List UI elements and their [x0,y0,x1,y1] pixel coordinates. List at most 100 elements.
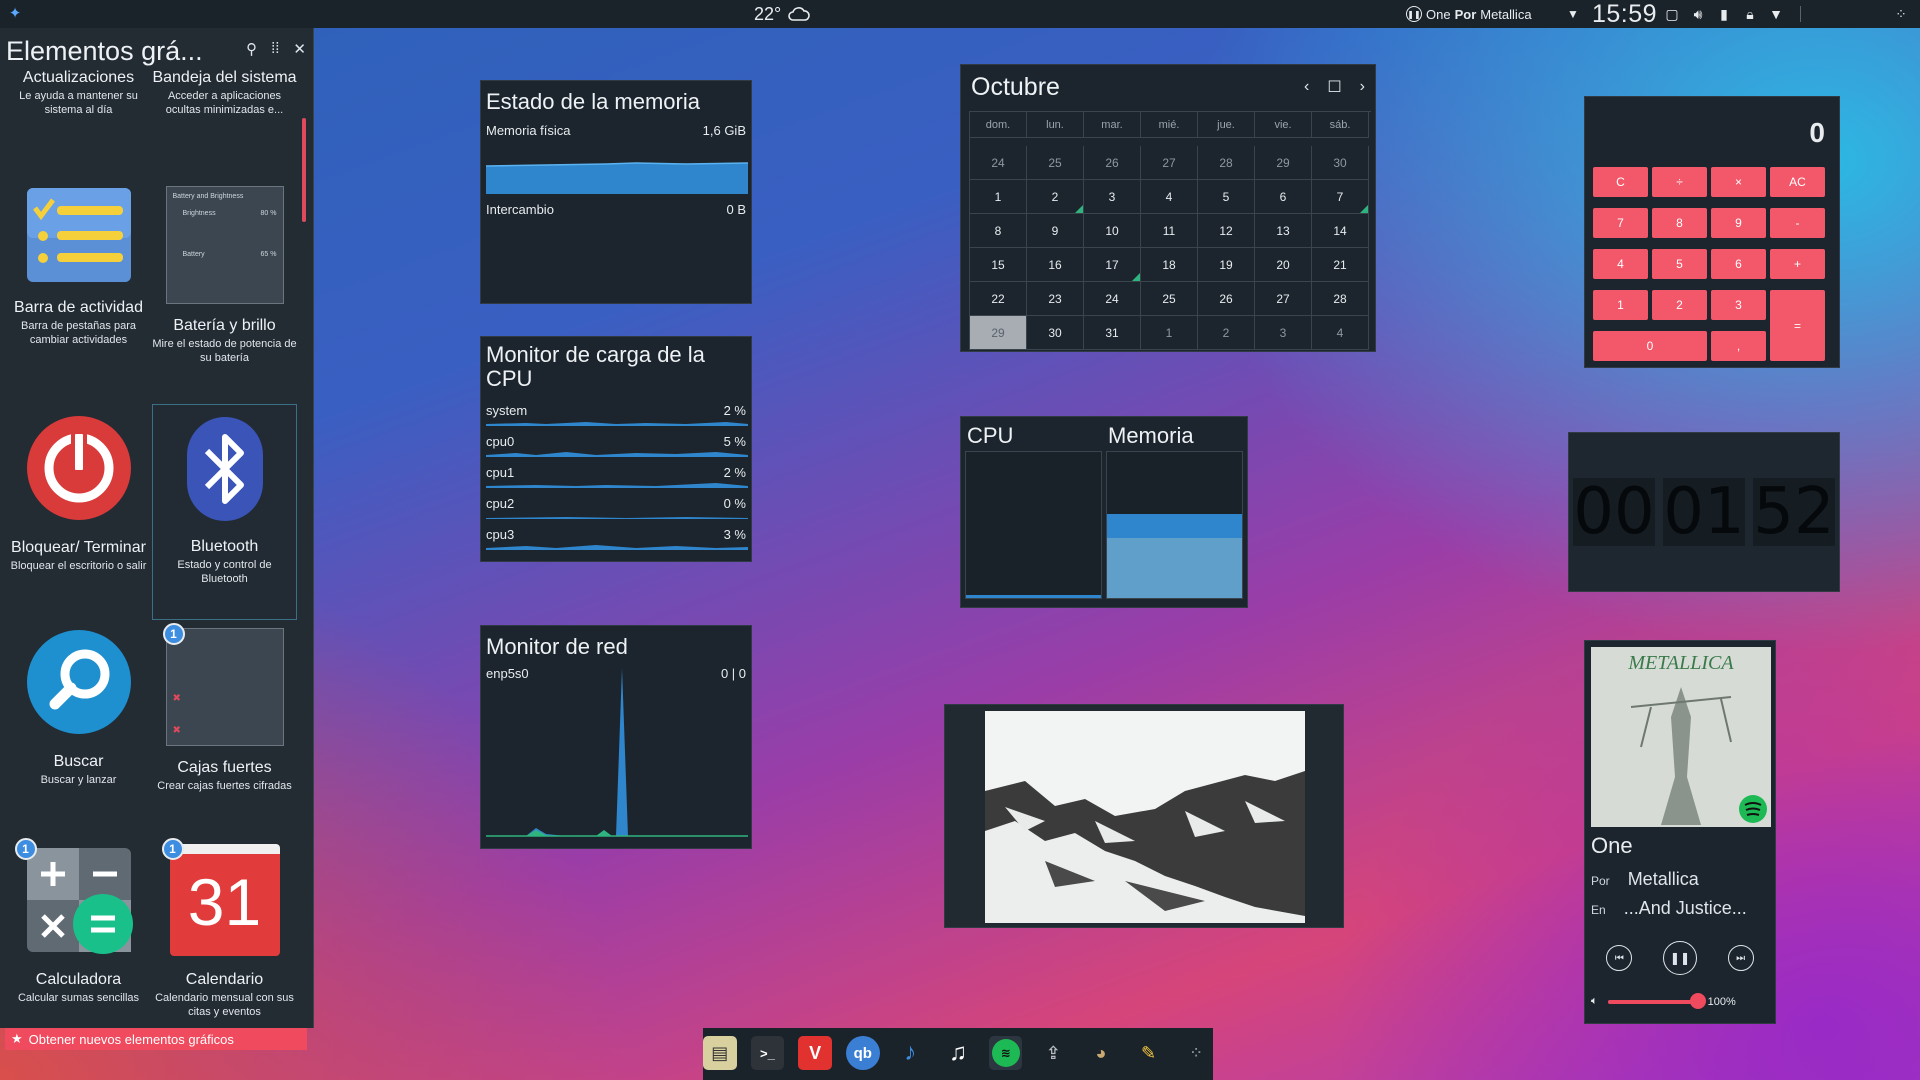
calc-key[interactable]: 2 [1652,290,1707,320]
calendar-day[interactable]: 22 [970,282,1027,316]
widget-item-bluetooth[interactable]: Bluetooth Estado y control de Bluetooth [152,404,297,620]
calc-key[interactable]: 5 [1652,249,1707,279]
calendar-day[interactable]: 2 [1198,316,1255,350]
vivaldi-icon[interactable]: V [798,1036,832,1070]
calc-key[interactable]: = [1770,290,1825,361]
volume-icon[interactable]: 🔊︎ [1690,6,1706,23]
calendar-day[interactable]: 16 [1027,248,1084,282]
calendar-day[interactable]: 9 [1027,214,1084,248]
panel-options-icon[interactable]: ⁘ [1179,1036,1213,1070]
picture-frame-widget[interactable] [944,704,1344,928]
network-monitor-widget[interactable]: Monitor de red enp5s0 0 | 0 [480,625,752,849]
widget-item-battery-brightness[interactable]: Battery and Brightness Brightness 80 % B… [152,186,297,365]
color-picker-icon[interactable]: ✎ [1132,1036,1166,1070]
calc-key[interactable]: 3 [1711,290,1766,320]
calendar-day[interactable]: 7 [1312,180,1369,214]
calendar-day[interactable]: 30 [1312,146,1369,180]
calc-key[interactable]: 8 [1652,208,1707,238]
close-icon[interactable]: ✕ [293,40,306,58]
calendar-day[interactable]: 4 [1141,180,1198,214]
tray-expand-icon[interactable]: ▼ [1768,6,1784,22]
music-player-icon[interactable]: ♫ [941,1036,975,1070]
calendar-day[interactable]: 3 [1255,316,1312,350]
battery-icon[interactable]: ▮ [1716,6,1732,23]
calendar-day[interactable]: 26 [1084,146,1141,180]
media-player-widget[interactable]: METALLICA One Por Metallica En ...And Ju… [1584,640,1776,1024]
calendar-day[interactable]: 8 [970,214,1027,248]
pause-icon[interactable]: ❚❚ [1406,6,1422,22]
music-note-icon[interactable]: ♪ [894,1036,928,1070]
search-icon[interactable]: ⚲ [246,40,257,58]
pause-icon[interactable]: ❚❚ [1662,941,1697,975]
calc-key[interactable]: - [1770,208,1825,238]
calendar-day[interactable]: 25 [1141,282,1198,316]
calc-key[interactable]: ÷ [1652,167,1707,197]
calc-key[interactable]: 7 [1593,208,1648,238]
chevron-left-icon[interactable]: ‹ [1304,78,1309,96]
app-launcher-icon[interactable]: ✦ [4,3,26,25]
calendar-day[interactable]: 17 [1084,248,1141,282]
widget-item-calendar[interactable]: 1 31 Calendario Calendario mensual con s… [152,838,297,1019]
calendar-day[interactable]: 1 [1141,316,1198,350]
calendar-day[interactable]: 4 [1312,316,1369,350]
calendar-day[interactable]: 10 [1084,214,1141,248]
spotify-icon[interactable]: ≋ [988,1036,1023,1070]
calc-key[interactable]: 9 [1711,208,1766,238]
chevron-down-icon[interactable]: ▼ [1567,0,1579,28]
calculator-widget[interactable]: 0 C ÷ × AC 7 8 9- 4 5 6 +1 2 3 = 0, [1584,96,1840,368]
widget-item-updates[interactable]: Actualizaciones Le ayuda a mantener su s… [6,68,151,117]
gimp-icon[interactable]: ◕ [1084,1036,1118,1070]
calc-key[interactable]: 6 [1711,249,1766,279]
calendar-day[interactable]: 26 [1198,282,1255,316]
volume-icon[interactable]: 🔈︎ [1591,995,1598,1008]
weather-widget[interactable]: 22° [754,0,811,28]
calendar-day[interactable]: 19 [1198,248,1255,282]
calendar-widget[interactable]: Octubre ‹ ☐ › dom. lun. mar. mié. jue. vie. sá… [960,64,1376,352]
calendar-day[interactable]: 5 [1198,180,1255,214]
grid-icon[interactable]: ⁞⁞ [271,40,279,58]
calendar-day[interactable]: 18 [1141,248,1198,282]
cpu-load-widget[interactable]: Monitor de carga de la CPU system 2 % cp… [480,336,752,562]
upload-icon[interactable]: ⇪ [1036,1036,1070,1070]
calc-key[interactable]: 4 [1593,249,1648,279]
calendar-day[interactable]: 1 [970,180,1027,214]
calc-key[interactable]: AC [1770,167,1825,197]
calendar-day[interactable]: 13 [1255,214,1312,248]
calendar-day[interactable]: 25 [1027,146,1084,180]
calc-key[interactable]: 0 [1593,331,1707,361]
widget-item-system-tray[interactable]: Bandeja del sistema Acceder a aplicacion… [152,68,297,117]
calendar-day[interactable]: 30 [1027,316,1084,350]
calc-key[interactable]: , [1711,331,1766,361]
calendar-day[interactable]: 27 [1141,146,1198,180]
volume-handle[interactable] [1689,992,1706,1009]
calendar-day[interactable]: 6 [1255,180,1312,214]
digital-clock[interactable]: 15:59 [1592,0,1657,28]
qbittorrent-icon[interactable]: qb [845,1036,880,1070]
widget-item-vaults[interactable]: 1 ✖ ✖ Cajas fuertes Crear cajas fuertes … [152,623,297,793]
calendar-day[interactable]: 29 [1255,146,1312,180]
calendar-day[interactable]: 15 [970,248,1027,282]
calendar-day[interactable]: 3 [1084,180,1141,214]
volume-slider[interactable] [1607,992,1706,1009]
chevron-right-icon[interactable]: › [1360,78,1365,96]
widget-item-search[interactable]: Buscar Buscar y lanzar [6,628,151,787]
clipboard-icon[interactable]: ▢ [1664,6,1680,23]
calendar-day[interactable]: 12 [1198,214,1255,248]
calendar-day[interactable]: 28 [1312,282,1369,316]
get-new-widgets-button[interactable]: ★ Obtener nuevos elementos gráficos [5,1028,307,1050]
previous-track-icon[interactable]: ⏮ [1606,945,1633,971]
system-monitor-widget[interactable]: CPU Memoria [960,416,1248,608]
maximize-icon[interactable]: ☐ [1327,77,1341,97]
widget-item-activity-bar[interactable]: Barra de actividad Barra de pestañas par… [6,186,151,347]
widget-item-calculator[interactable]: 1 Calculadora Calcular sumas sencillas [6,838,151,1005]
file-manager-icon[interactable]: ▤ [702,1036,737,1070]
calendar-day[interactable]: 21 [1312,248,1369,282]
next-track-icon[interactable]: ⏭ [1727,945,1754,971]
calendar-day-today[interactable]: 29 [970,316,1027,350]
calendar-day[interactable]: 24 [970,146,1027,180]
calendar-day[interactable]: 28 [1198,146,1255,180]
calendar-day[interactable]: 11 [1141,214,1198,248]
lock-icon[interactable]: 🔒︎ [1742,6,1758,23]
calendar-day[interactable]: 23 [1027,282,1084,316]
desktop-edit-icon[interactable]: ⁘ [1890,3,1912,25]
